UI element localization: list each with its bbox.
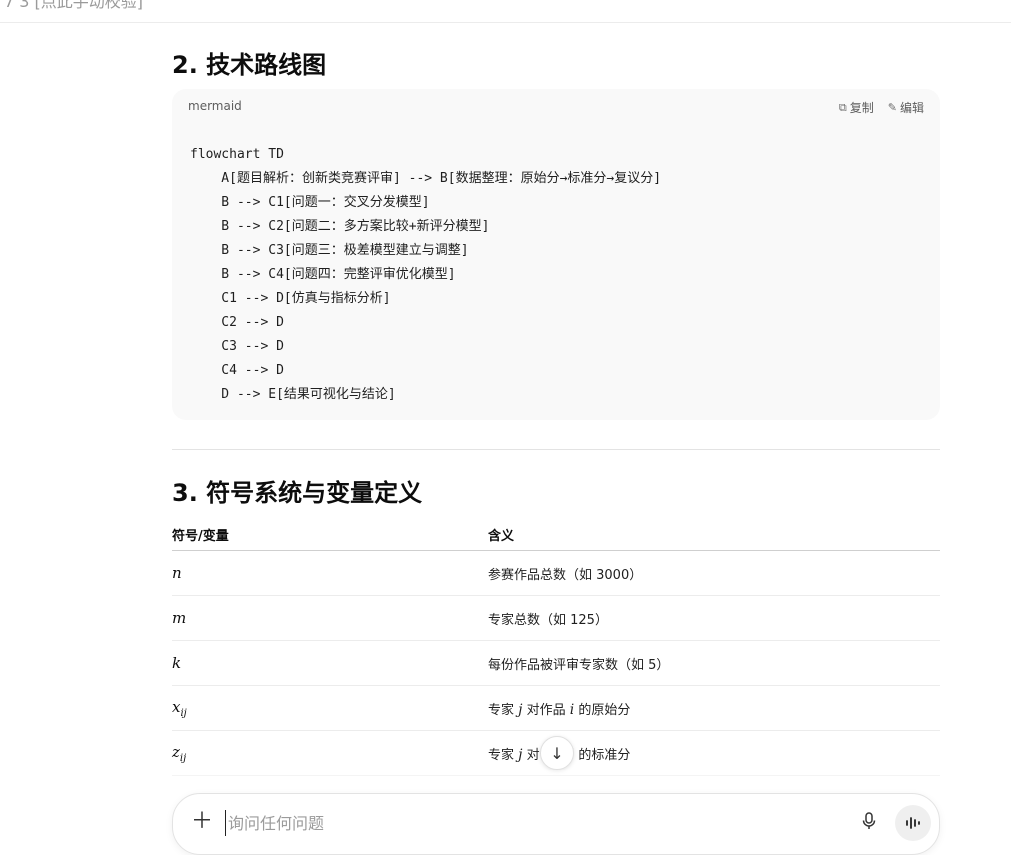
symbol-cell: xij: [172, 685, 488, 731]
composer: ＋: [172, 793, 940, 855]
symbol-subscript: ij: [179, 752, 187, 764]
copy-icon: ⧉: [838, 100, 847, 114]
plus-icon[interactable]: ＋: [191, 810, 213, 834]
code-line: B --> C4[问题四：完整评审优化模型]: [190, 267, 456, 282]
arrow-down-icon: ↓: [550, 743, 564, 763]
copy-button[interactable]: ⧉ 复制: [839, 99, 874, 116]
meaning-cell: 每份作品被评审专家数（如 5）: [488, 640, 940, 686]
meaning-text: 的标准分: [574, 747, 631, 763]
meaning-text: 专家总数（如 125）: [488, 612, 608, 628]
table-header-meaning: 含义: [488, 519, 940, 551]
symbol-text: n: [172, 564, 182, 582]
code-line: C4 --> D: [190, 363, 284, 378]
code-language-label: mermaid: [188, 99, 242, 113]
code-line: C3 --> D: [190, 339, 284, 354]
code-line: A[题目解析：创新类竞赛评审] --> B[数据整理：原始分→标准分→复议分]: [190, 171, 662, 186]
section-title-symbols: 3. 符号系统与变量定义: [172, 479, 423, 507]
meaning-text: 参赛作品总数（如 3000）: [488, 567, 643, 583]
symbol-text: k: [172, 654, 182, 672]
symbol-text: z: [172, 742, 180, 761]
meaning-cell: 参赛作品总数（如 3000）: [488, 550, 940, 596]
section-title-route: 2. 技术路线图: [172, 51, 327, 79]
pencil-icon: ✎: [887, 101, 897, 114]
code-block: mermaid ⧉ 复制 ✎ 编辑 flowchart TD A[题目解析：创新…: [172, 89, 940, 420]
code-line: flowchart TD: [190, 147, 284, 162]
edit-button[interactable]: ✎ 编辑: [888, 99, 924, 116]
code-line: B --> C2[问题二：多方案比较+新评分模型]: [190, 219, 490, 234]
code-line: B --> C3[问题三：极差模型建立与调整]: [190, 243, 469, 258]
top-bar: 7 3 [点此手动校验]: [0, 0, 1011, 23]
symbol-cell: m: [172, 595, 488, 641]
microphone-icon[interactable]: [861, 812, 877, 834]
edit-label: 编辑: [899, 101, 924, 115]
meaning-text: 每份作品被评审专家数（如 5）: [488, 657, 670, 673]
symbol-subscript: ij: [180, 707, 187, 719]
code-line: B --> C1[问题一：交叉分发模型]: [190, 195, 430, 210]
meaning-text: 专家: [488, 702, 519, 718]
copy-label: 复制: [849, 101, 874, 115]
table-row: k 每份作品被评审专家数（如 5）: [172, 640, 940, 686]
section-divider: [172, 449, 940, 450]
scroll-down-button[interactable]: ↓: [540, 736, 574, 770]
symbol-cell: k: [172, 640, 488, 686]
table-header-row: 符号/变量 含义: [172, 519, 940, 551]
microphone-svg: [862, 812, 876, 829]
soundwave-icon: [906, 817, 920, 829]
prompt-input[interactable]: [225, 810, 830, 836]
table-row: n 参赛作品总数（如 3000）: [172, 550, 940, 596]
code-body[interactable]: flowchart TD A[题目解析：创新类竞赛评审] --> B[数据整理：…: [190, 143, 661, 407]
table-header-symbol: 符号/变量: [172, 519, 488, 551]
symbol-text: m: [172, 609, 187, 627]
table-row: xij 专家 j 对作品 i 的原始分: [172, 685, 940, 731]
top-bar-text: 7 3 [点此手动校验]: [4, 0, 144, 11]
meaning-cell: 专家 j 对作品 i 的原始分: [488, 685, 940, 731]
voice-mode-button[interactable]: [895, 805, 931, 841]
symbol-cell: zij: [172, 730, 488, 776]
meaning-text: 的原始分: [574, 702, 631, 718]
symbol-cell: n: [172, 550, 488, 596]
code-line: C1 --> D[仿真与指标分析]: [190, 291, 391, 306]
meaning-text: 对作品: [522, 702, 570, 718]
table-row: m 专家总数（如 125）: [172, 595, 940, 641]
code-line: C2 --> D: [190, 315, 284, 330]
meaning-cell: 专家总数（如 125）: [488, 595, 940, 641]
meaning-text: 专家: [488, 747, 519, 763]
code-line: D --> E[结果可视化与结论]: [190, 387, 396, 402]
code-actions: ⧉ 复制 ✎ 编辑: [839, 99, 924, 116]
